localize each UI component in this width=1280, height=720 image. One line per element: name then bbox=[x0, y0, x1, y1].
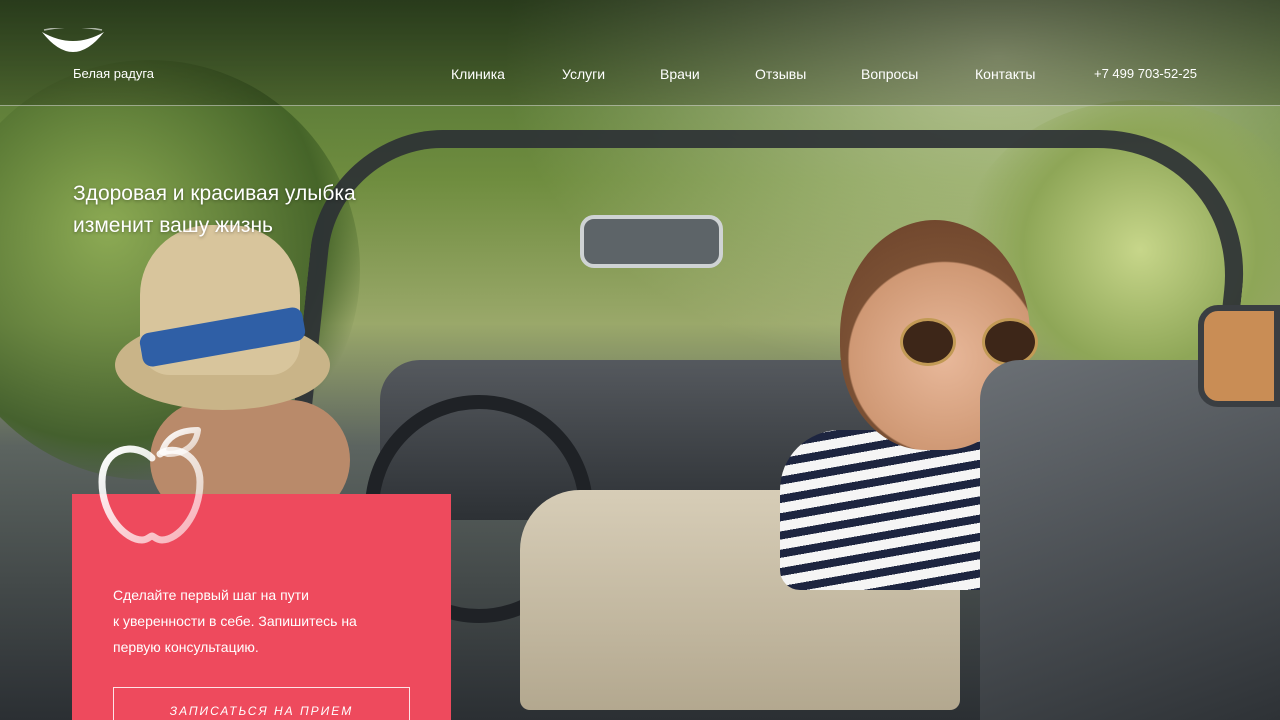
nav-link-doctors[interactable]: Врачи bbox=[660, 66, 700, 82]
nav-link-clinic[interactable]: Клиника bbox=[451, 66, 505, 82]
passenger-sunglasses bbox=[900, 318, 1040, 366]
nav-link-services[interactable]: Услуги bbox=[562, 66, 605, 82]
card-text-line-1: Сделайте первый шаг на пути bbox=[113, 587, 309, 603]
nav-link-contacts[interactable]: Контакты bbox=[975, 66, 1035, 82]
card-text-line-3: первую консультацию. bbox=[113, 639, 259, 655]
apple-outline-icon bbox=[98, 427, 204, 544]
nav-link-questions[interactable]: Вопросы bbox=[861, 66, 918, 82]
driver-straw-hat bbox=[115, 225, 330, 415]
side-mirror bbox=[1198, 305, 1280, 407]
headline-line-2: изменит вашу жизнь bbox=[73, 214, 273, 237]
sunglasses-lens-left bbox=[900, 318, 956, 366]
nav-link-reviews[interactable]: Отзывы bbox=[755, 66, 806, 82]
rearview-mirror bbox=[580, 215, 723, 268]
hero-headline: Здоровая и красивая улыбка изменит вашу … bbox=[73, 178, 493, 242]
smile-arc-logo-icon[interactable] bbox=[40, 28, 106, 62]
headline-line-1: Здоровая и красивая улыбка bbox=[73, 182, 356, 205]
phone-number[interactable]: +7 499 703-52-25 bbox=[1094, 66, 1197, 81]
sunglasses-lens-right bbox=[982, 318, 1038, 366]
car-door bbox=[980, 360, 1280, 720]
brand-name[interactable]: Белая радуга bbox=[73, 66, 154, 81]
card-text: Сделайте первый шаг на пути к уверенност… bbox=[113, 582, 413, 660]
hero-section: Белая радуга Клиника Услуги Врачи Отзывы… bbox=[0, 0, 1280, 720]
book-appointment-button[interactable]: ЗАПИСАТЬСЯ НА ПРИЕМ bbox=[113, 687, 410, 720]
site-header: Белая радуга Клиника Услуги Врачи Отзывы… bbox=[0, 0, 1280, 106]
card-text-line-2: к уверенности в себе. Запишитесь на bbox=[113, 613, 357, 629]
